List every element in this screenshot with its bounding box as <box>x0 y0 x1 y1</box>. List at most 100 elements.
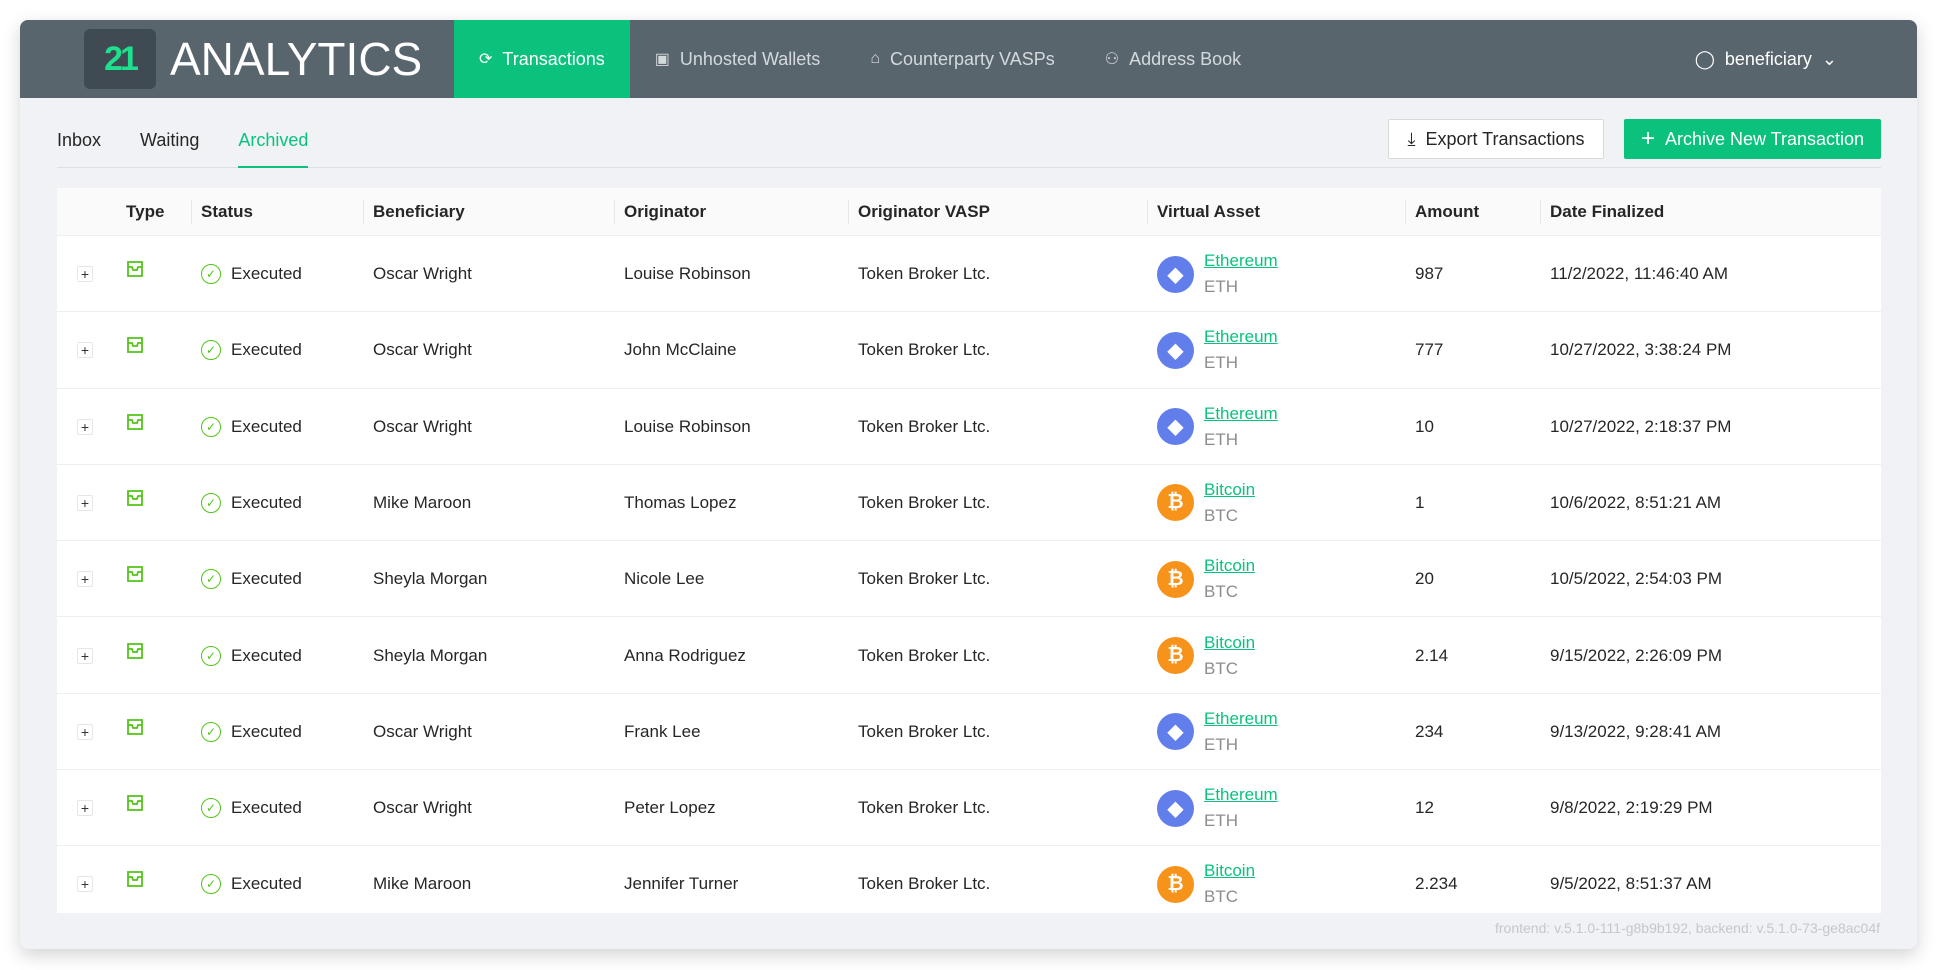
table-row[interactable]: + ✓ Executed Mike Maroon Thomas Lopez Token B… <box>57 465 1881 542</box>
check-circle-icon: ✓ <box>201 874 221 895</box>
asset-link[interactable]: Ethereum <box>1204 785 1278 805</box>
nav-unhosted-wallets[interactable]: ▣ Unhosted Wallets <box>630 20 846 98</box>
check-circle-icon: ✓ <box>201 645 221 666</box>
originator-cell: John McClaine <box>624 340 737 360</box>
expand-cell: + <box>77 694 93 770</box>
asset-text: Ethereum ETH <box>1204 404 1278 450</box>
expand-row-button[interactable]: + <box>77 876 93 893</box>
table-row[interactable]: + ✓ Executed Oscar Wright Louise Robinson Tok… <box>57 236 1881 313</box>
expand-row-button[interactable]: + <box>77 800 93 817</box>
asset-link[interactable]: Ethereum <box>1204 251 1278 271</box>
asset-link[interactable]: Ethereum <box>1204 327 1278 347</box>
bitcoin-icon: ₿ <box>1157 637 1194 674</box>
table-row[interactable]: + ✓ Executed Sheyla Morgan Anna Rodriguez Tok… <box>57 618 1881 694</box>
type-cell <box>126 236 144 312</box>
expand-row-button[interactable]: + <box>77 723 93 740</box>
ethereum-icon: ◆ <box>1157 789 1194 827</box>
column-header-virtual-asset[interactable]: Virtual Asset <box>1147 188 1260 236</box>
amount-cell: 234 <box>1415 721 1444 741</box>
asset-link[interactable]: Bitcoin <box>1204 633 1255 653</box>
column-header-amount[interactable]: Amount <box>1404 188 1479 236</box>
asset-link[interactable]: Bitcoin <box>1204 556 1255 576</box>
top-header: 21 ANALYTICS ⟳ Transactions ▣ Unhosted Wall… <box>20 20 1917 98</box>
vasp-cell: Token Broker Ltc. <box>858 569 991 589</box>
asset-text: Ethereum ETH <box>1204 327 1278 373</box>
vasp-cell: Token Broker Ltc. <box>858 416 991 436</box>
originator-cell: Peter Lopez <box>624 798 716 818</box>
column-header-originator-vasp[interactable]: Originator VASP <box>848 188 990 236</box>
table-row[interactable]: + ✓ Executed Oscar Wright John McClaine Token… <box>57 312 1881 389</box>
bitcoin-icon: ₿ <box>1157 484 1194 522</box>
table-row[interactable]: + ✓ Executed Mike Maroon Jennifer Turner Toke… <box>57 846 1881 913</box>
plus-icon: + <box>1640 125 1655 152</box>
asset-link[interactable]: Ethereum <box>1204 709 1278 729</box>
asset-link[interactable]: Bitcoin <box>1204 861 1255 881</box>
asset-text: Bitcoin BTC <box>1204 480 1255 526</box>
check-circle-icon: ✓ <box>201 340 221 361</box>
virtual-asset-cell: ◆ Ethereum ETH <box>1157 312 1278 388</box>
tab-inbox[interactable]: Inbox <box>57 120 101 168</box>
column-header-date-finalized[interactable]: Date Finalized <box>1539 188 1664 236</box>
column-header-beneficiary[interactable]: Beneficiary <box>363 188 465 236</box>
expand-row-button[interactable]: + <box>77 418 93 435</box>
vasp-cell: Token Broker Ltc. <box>858 492 991 512</box>
table-row[interactable]: + ✓ Executed Oscar Wright Peter Lopez Token B… <box>57 770 1881 847</box>
column-header-type[interactable]: Type <box>126 188 164 236</box>
tab-waiting[interactable]: Waiting <box>140 120 199 168</box>
originator-cell: Anna Rodriguez <box>624 645 746 665</box>
asset-link[interactable]: Bitcoin <box>1204 480 1255 500</box>
logo-mark: 21 <box>84 29 156 89</box>
nav-counterparty-vasps[interactable]: ⌂ Counterparty VASPs <box>845 20 1079 98</box>
expand-cell: + <box>77 541 93 617</box>
check-circle-icon: ✓ <box>201 721 221 742</box>
status-text: Executed <box>231 569 302 589</box>
logo-text: ANALYTICS <box>170 33 423 85</box>
export-transactions-button[interactable]: ⤓ Export Transactions <box>1388 119 1604 159</box>
expand-row-button[interactable]: + <box>77 342 93 359</box>
originator-cell: Louise Robinson <box>624 416 751 436</box>
bitcoin-icon: ₿ <box>1157 560 1194 598</box>
date-cell: 10/6/2022, 8:51:21 AM <box>1550 492 1722 512</box>
virtual-asset-cell: ◆ Ethereum ETH <box>1157 389 1278 465</box>
expand-cell: + <box>77 389 93 465</box>
tab-archived[interactable]: Archived <box>238 120 309 168</box>
expand-row-button[interactable]: + <box>77 571 93 588</box>
date-cell: 9/15/2022, 2:26:09 PM <box>1550 645 1723 665</box>
user-menu[interactable]: ◯ beneficiary ⌄ <box>1695 20 1837 98</box>
inbox-icon <box>127 413 143 430</box>
status-text: Executed <box>231 340 302 360</box>
nav-label: Counterparty VASPs <box>889 48 1055 69</box>
archive-new-transaction-button[interactable]: + Archive New Transaction <box>1624 119 1881 159</box>
nav-address-book[interactable]: ⚇ Address Book <box>1080 20 1266 98</box>
nav-transactions[interactable]: ⟳ Transactions <box>454 20 630 98</box>
asset-link[interactable]: Ethereum <box>1204 404 1278 424</box>
status-cell: ✓ Executed <box>201 618 302 694</box>
originator-cell: Louise Robinson <box>624 264 751 283</box>
asset-symbol: BTC <box>1204 887 1238 907</box>
expand-row-button[interactable]: + <box>77 494 93 511</box>
app-window: 21 ANALYTICS ⟳ Transactions ▣ Unhosted Wall… <box>20 20 1917 949</box>
user-icon: ◯ <box>1694 48 1715 69</box>
expand-cell: + <box>77 312 93 388</box>
table-row[interactable]: + ✓ Executed Oscar Wright Frank Lee Token Bro… <box>57 694 1881 771</box>
type-cell <box>126 312 144 388</box>
status-text: Executed <box>231 798 302 818</box>
beneficiary-cell: Oscar Wright <box>373 721 472 741</box>
logo[interactable]: 21 ANALYTICS <box>84 29 422 89</box>
expand-row-button[interactable]: + <box>77 266 93 282</box>
table-row[interactable]: + ✓ Executed Oscar Wright Louise Robinson Tok… <box>57 389 1881 465</box>
asset-text: Ethereum ETH <box>1204 709 1278 755</box>
check-circle-icon: ✓ <box>201 569 221 590</box>
inbox-icon <box>127 261 143 277</box>
table-row[interactable]: + ✓ Executed Sheyla Morgan Nicole Lee Token B… <box>57 541 1881 618</box>
originator-cell: Thomas Lopez <box>624 492 737 512</box>
column-header-originator[interactable]: Originator <box>613 188 706 236</box>
asset-text: Bitcoin BTC <box>1204 633 1255 679</box>
expand-row-button[interactable]: + <box>77 647 93 664</box>
column-header-status[interactable]: Status <box>191 188 253 236</box>
inbox-icon <box>127 718 143 735</box>
ethereum-icon: ◆ <box>1157 255 1194 293</box>
amount-cell: 12 <box>1415 798 1434 818</box>
beneficiary-cell: Mike Maroon <box>373 492 472 512</box>
beneficiary-cell: Sheyla Morgan <box>373 645 488 665</box>
